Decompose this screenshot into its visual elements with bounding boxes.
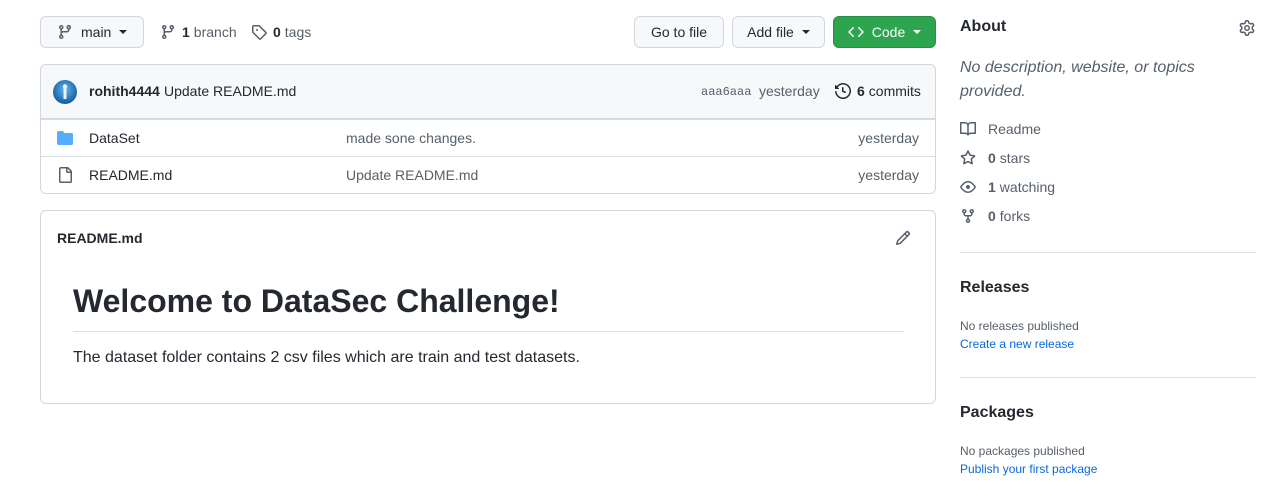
commit-author[interactable]: rohith4444 (89, 83, 160, 99)
forks-link[interactable]: 0 forks (960, 208, 1030, 224)
releases-title[interactable]: Releases (960, 279, 1029, 297)
go-to-file-label: Go to file (650, 24, 708, 40)
stars-link[interactable]: 0 stars (960, 150, 1030, 166)
chevron-down-icon (801, 30, 810, 34)
forks-label: forks (999, 208, 1031, 224)
history-icon (835, 83, 851, 99)
commit-count: 6 (857, 83, 865, 99)
avatar[interactable] (53, 80, 77, 104)
commit-sha[interactable]: aaa6aaa (701, 85, 751, 99)
book-icon (960, 121, 988, 137)
eye-icon (960, 179, 988, 195)
readme-heading: Welcome to DataSec Challenge! (73, 283, 904, 332)
file-name[interactable]: README.md (89, 167, 172, 183)
divider (960, 252, 1256, 253)
packages-title[interactable]: Packages (960, 404, 1034, 422)
file-name[interactable]: DataSet (89, 130, 140, 146)
about-title: About (960, 18, 1007, 35)
file-row: DataSet made sone changes. yesterday (41, 119, 935, 156)
file-commit-message[interactable]: Update README.md (346, 167, 478, 183)
forks-count: 0 (988, 208, 996, 224)
tag-icon (251, 24, 267, 40)
commit-message[interactable]: Update README.md (164, 83, 296, 99)
stars-count: 0 (988, 150, 996, 166)
git-branch-icon (160, 24, 176, 40)
packages-empty-text: No packages published (960, 444, 1085, 458)
readme-body: The dataset folder contains 2 csv files … (73, 349, 580, 366)
commit-time: yesterday (759, 83, 820, 99)
file-row: README.md Update README.md yesterday (41, 156, 935, 193)
code-icon (848, 24, 864, 40)
branch-label: branch (193, 24, 237, 40)
divider (960, 377, 1256, 378)
commit-label: commits (868, 83, 921, 99)
go-to-file-button[interactable]: Go to file (634, 16, 724, 48)
readme-link[interactable]: Readme (960, 121, 1041, 137)
watching-label: watching (999, 179, 1056, 195)
publish-package-link[interactable]: Publish your first package (960, 462, 1097, 476)
branch-select-button[interactable]: main (40, 16, 144, 48)
latest-commit: rohith4444 Update README.md aaa6aaa yest… (41, 65, 935, 119)
readme-filename[interactable]: README.md (57, 230, 143, 246)
code-button[interactable]: Code (833, 16, 936, 48)
add-file-label: Add file (747, 24, 794, 40)
git-branch-icon (57, 24, 73, 40)
branch-count: 1 (182, 24, 190, 40)
create-release-link[interactable]: Create a new release (960, 337, 1074, 351)
commits-history-link[interactable]: 6 commits (835, 83, 921, 99)
gear-icon[interactable] (1239, 20, 1255, 36)
watching-link[interactable]: 1 watching (960, 179, 1055, 195)
branches-link[interactable]: 1 branch (160, 16, 237, 48)
file-commit-time: yesterday (858, 130, 919, 146)
about-description: No description, website, or topics provi… (960, 59, 1195, 100)
watching-count: 1 (988, 179, 996, 195)
repo-toolbar: main 1 branch 0 tags Go to file Add file… (40, 16, 936, 48)
pencil-icon[interactable] (895, 230, 911, 246)
star-icon (960, 150, 988, 166)
branch-name: main (81, 24, 112, 40)
code-label: Code (871, 24, 906, 40)
file-commit-message[interactable]: made sone changes. (346, 130, 476, 146)
add-file-button[interactable]: Add file (732, 16, 825, 48)
stars-label: stars (999, 150, 1031, 166)
file-commit-time: yesterday (858, 167, 919, 183)
tags-link[interactable]: 0 tags (251, 16, 311, 48)
file-browser: rohith4444 Update README.md aaa6aaa yest… (40, 64, 936, 194)
tags-label: tags (284, 24, 312, 40)
folder-icon (57, 130, 73, 146)
chevron-down-icon (913, 30, 922, 34)
readme-panel: README.md Welcome to DataSec Challenge! … (40, 210, 936, 404)
repo-forked-icon (960, 208, 988, 224)
chevron-down-icon (119, 30, 128, 34)
tags-count: 0 (273, 24, 281, 40)
file-icon (57, 167, 73, 183)
releases-empty-text: No releases published (960, 319, 1079, 333)
readme-link-label: Readme (988, 121, 1041, 137)
